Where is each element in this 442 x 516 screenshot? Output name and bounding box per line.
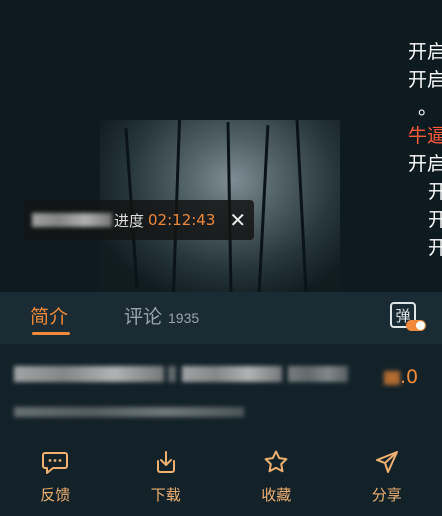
send-icon (375, 451, 398, 473)
blurred-text (32, 213, 112, 227)
favorite-label: 收藏 (261, 486, 292, 504)
video-meta (14, 404, 244, 422)
rating-value: .0 (400, 366, 419, 388)
tab-comments-label: 评论 (124, 306, 163, 328)
overlay-line: 开启 (408, 41, 442, 63)
overlay-line: 开启 (408, 69, 442, 91)
feedback-label: 反馈 (40, 486, 71, 504)
bottom-action-bar: 反馈 下载 收藏 分享 (0, 440, 442, 516)
active-tab-indicator (32, 332, 70, 335)
overlay-line: 。 (418, 97, 438, 119)
resume-progress-banner: 进度 02:12:43 ✕ (24, 200, 254, 240)
share-label: 分享 (371, 486, 402, 504)
overlay-line: 开 (428, 237, 442, 259)
blurred-text (14, 366, 164, 382)
overlay-line: 牛逼 (408, 125, 442, 147)
resume-label: 进度 (114, 211, 145, 230)
blurred-text (288, 366, 348, 382)
download-button[interactable]: 下载 (111, 440, 222, 516)
video-title[interactable] (14, 366, 348, 382)
blurred-text (182, 366, 282, 382)
toggle-switch (406, 320, 426, 331)
video-player[interactable]: 开启 开启 。 牛逼 开启 开 开 开 进度 02:12:43 ✕ (0, 0, 442, 292)
tab-bar: 简介 评论 1935 (0, 292, 442, 344)
feedback-button[interactable]: 反馈 (0, 440, 111, 516)
chat-bubble-icon (42, 452, 69, 474)
overlay-line: 开 (428, 209, 442, 231)
star-icon (264, 450, 288, 473)
close-icon[interactable]: ✕ (229, 208, 246, 233)
rating-score: .0 (384, 366, 418, 388)
blurred-text (384, 370, 400, 385)
resume-time[interactable]: 02:12:43 (148, 211, 215, 229)
blurred-text (168, 366, 176, 382)
comment-count: 1935 (168, 310, 200, 326)
intro-panel: .0 (0, 344, 442, 440)
tab-comments[interactable]: 评论 1935 (124, 302, 199, 329)
overlay-text-column: 开启 开启 。 牛逼 开启 开 开 开 (408, 38, 442, 262)
download-label: 下载 (150, 486, 181, 504)
blurred-text (14, 407, 244, 417)
overlay-line: 开 (428, 181, 442, 203)
danmaku-toggle-button[interactable]: 弹 (390, 302, 426, 332)
tab-intro[interactable]: 简介 (30, 302, 68, 329)
share-button[interactable]: 分享 (332, 440, 442, 516)
overlay-line: 开启 (408, 153, 442, 175)
favorite-button[interactable]: 收藏 (221, 440, 332, 516)
download-icon (156, 451, 175, 473)
